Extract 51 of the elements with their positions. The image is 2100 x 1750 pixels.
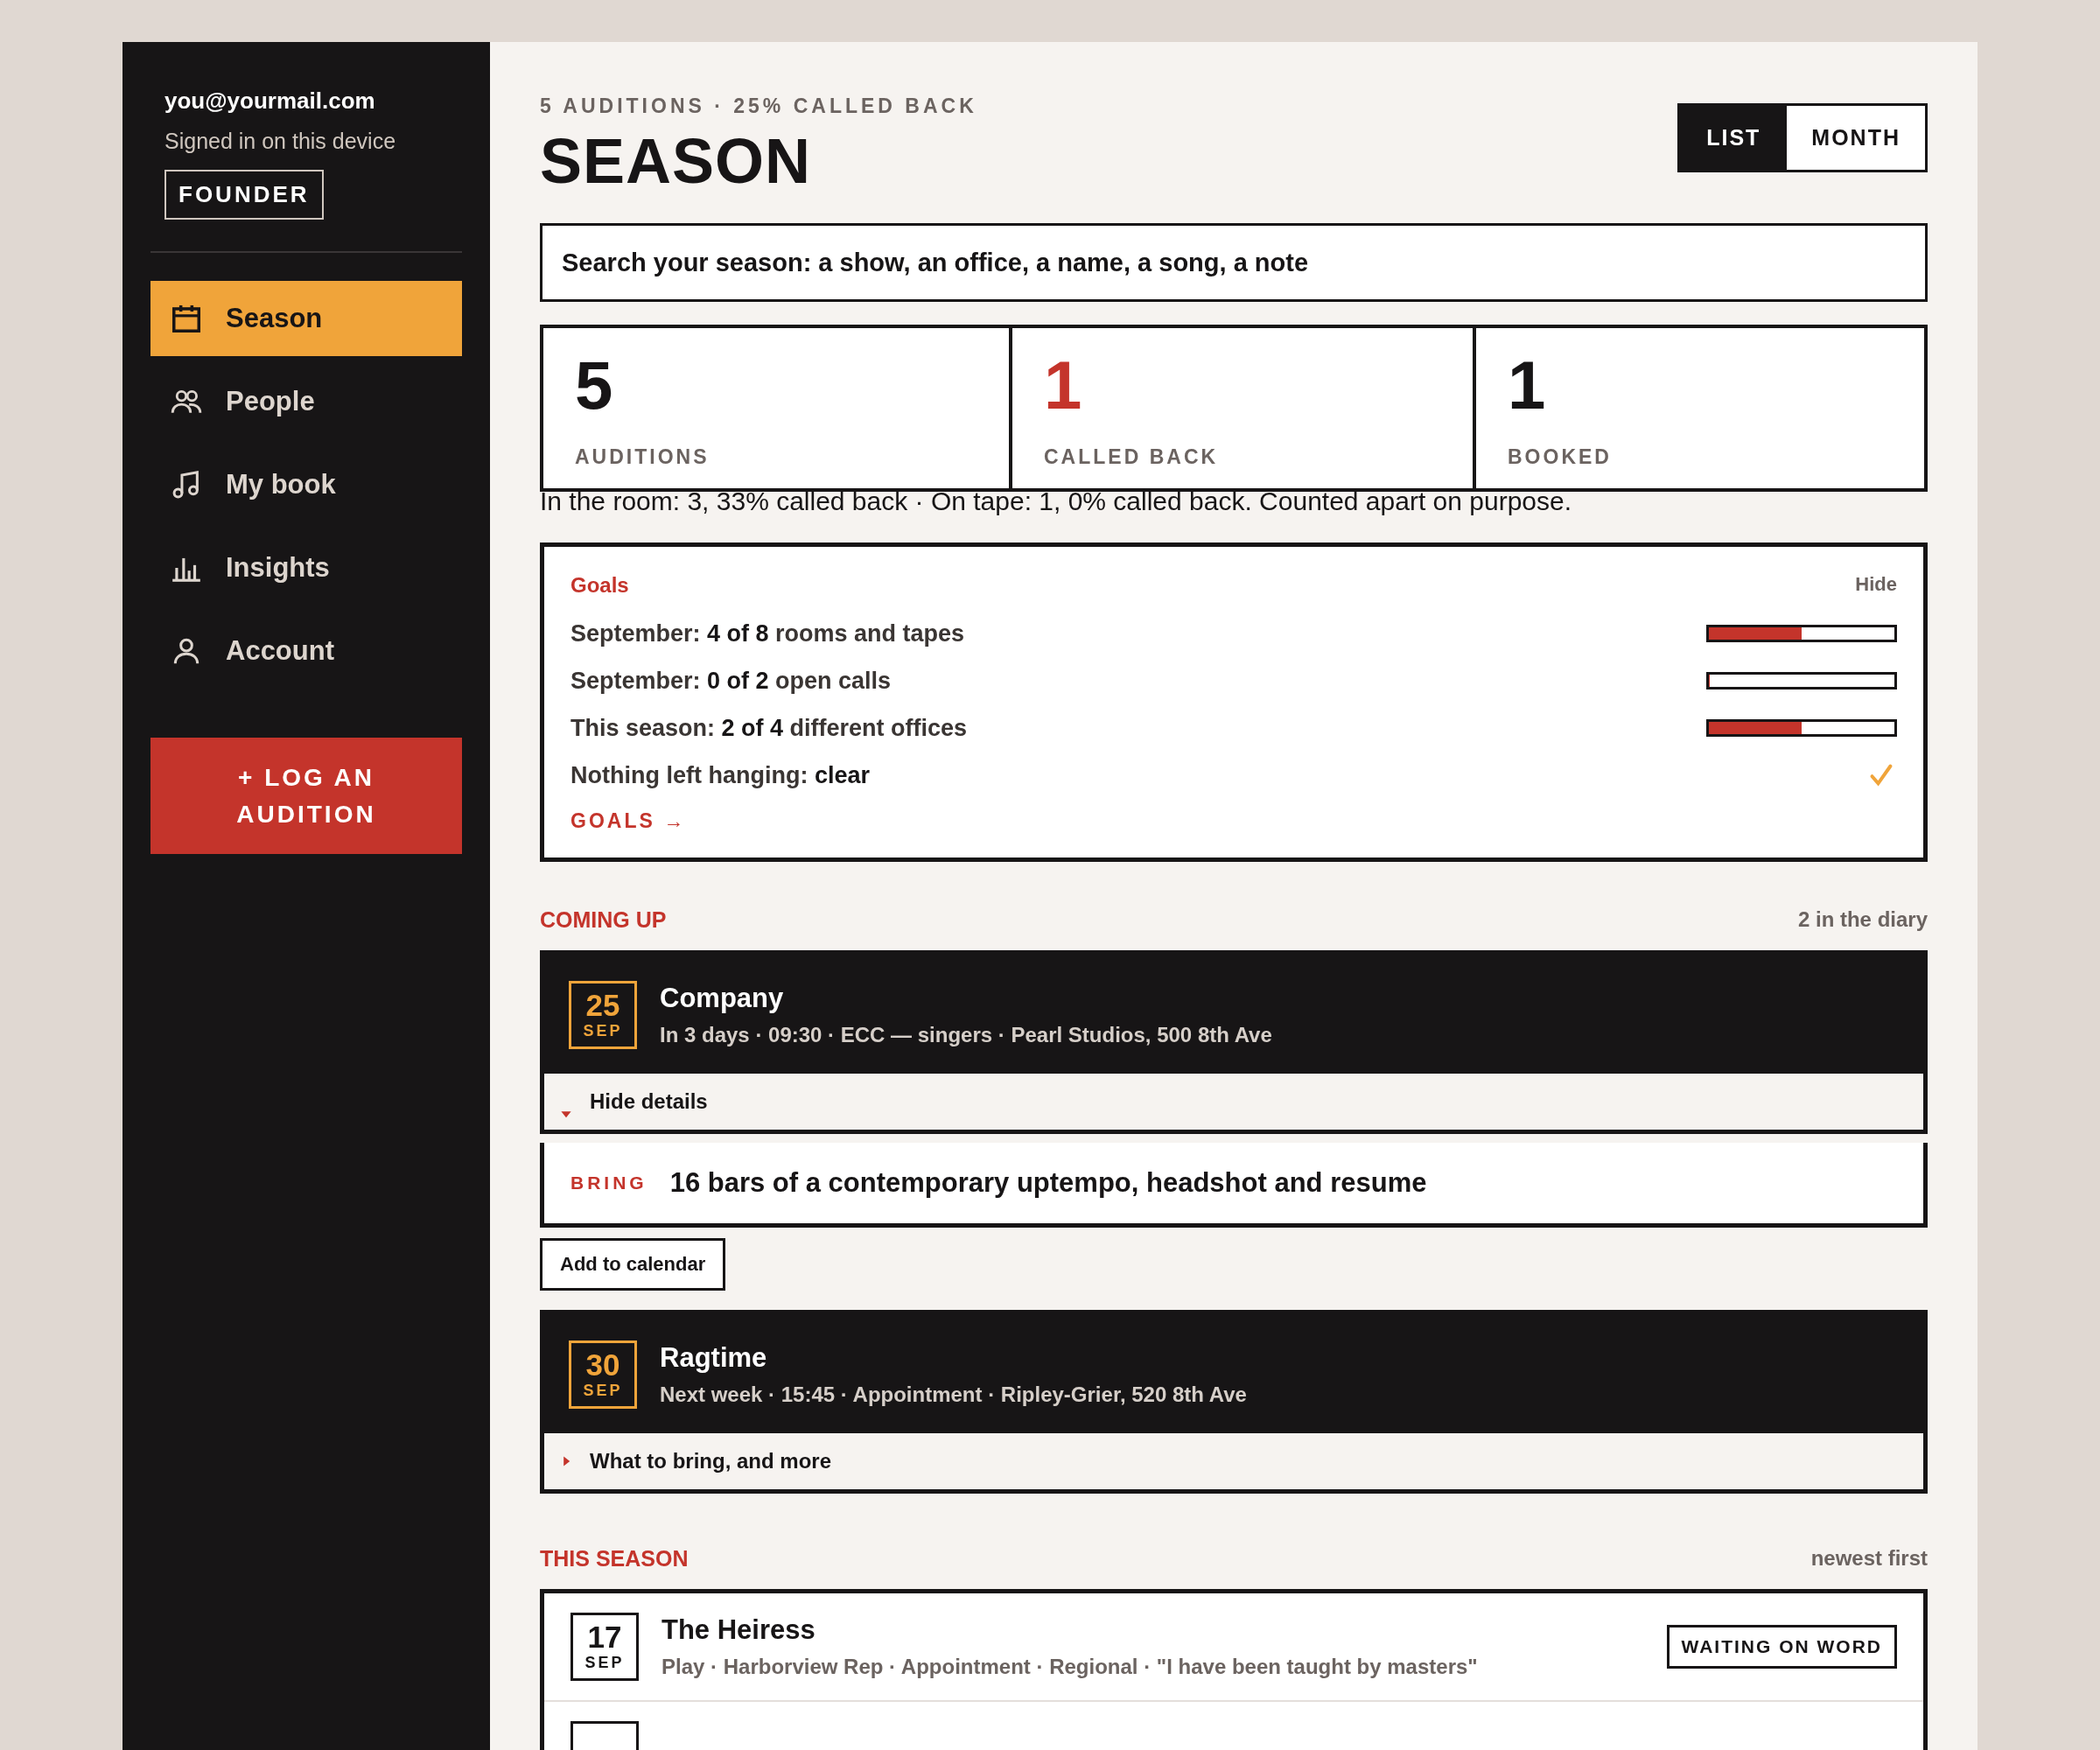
add-to-calendar-button[interactable]: Add to calendar — [540, 1238, 726, 1291]
date-month: SEP — [583, 1022, 623, 1040]
event-details: Next week · 15:45 · Appointment · Ripley-Grier, 520 8th Ave — [660, 1382, 1247, 1407]
season-summary: 5 AUDITIONS · 25% CALLED BACK — [540, 94, 977, 118]
event-details: In 3 days · 09:30 · ECC — singers · Pearl Studios, 500 8th Ave — [660, 1023, 1272, 1047]
sort-order: newest first — [1810, 1546, 1928, 1572]
hide-link[interactable]: Hide — [1855, 573, 1897, 598]
nav-item[interactable]: My book — [150, 447, 462, 522]
date-day: 30 — [585, 1349, 620, 1380]
nav-item[interactable]: Account — [150, 613, 462, 689]
stat-value: 1 — [1508, 351, 1547, 419]
view-tab[interactable]: MONTH — [1787, 106, 1925, 170]
date-month: SEP — [583, 1382, 623, 1400]
goal-text: September: 0 of 2 open calls — [570, 667, 892, 695]
section-title: COMING UP — [540, 907, 667, 933]
audition-details: Play · Harborview Rep · Appointment · Regional · "I have been taught by masters" — [662, 1655, 1479, 1679]
date-month: SEP — [584, 1654, 625, 1672]
log-audition-button[interactable]: + LOG AN AUDITION — [150, 738, 462, 854]
section-title: THIS SEASON — [540, 1546, 689, 1572]
stat-value: 1 — [1044, 351, 1083, 419]
account-email: you@yourmail.com — [164, 88, 376, 115]
stat-label: AUDITIONS — [575, 445, 710, 469]
sign-in-status: Signed in on this device — [164, 129, 397, 154]
date-day: 17 — [587, 1621, 622, 1652]
event-count: 2 in the diary — [1797, 907, 1928, 933]
stat-label: CALLED BACK — [1044, 445, 1220, 469]
audition-title: The Heiress — [662, 1614, 816, 1646]
nav-item[interactable]: People — [150, 364, 462, 439]
event-title: Company — [660, 983, 785, 1014]
goal-text: Nothing left hanging: clear — [570, 761, 870, 789]
role-badge: FOUNDER — [164, 170, 324, 220]
details-toggle[interactable]: Hide details — [544, 1074, 1923, 1130]
bring-label: BRING — [570, 1172, 648, 1194]
event-title: Ragtime — [660, 1342, 768, 1374]
page-title: SEASON — [540, 125, 813, 197]
date-day: 25 — [585, 990, 620, 1020]
goals-title: Goals — [570, 573, 629, 598]
goal-text: This season: 2 of 4 different offices — [570, 714, 968, 742]
nav-item[interactable]: Season — [150, 281, 462, 356]
bring-text: 16 bars of a contemporary uptempo, headshot and resume — [669, 1167, 1427, 1199]
goal-text: September: 4 of 8 rooms and tapes — [570, 620, 965, 648]
view-tab[interactable]: LIST — [1680, 106, 1788, 170]
nav-item[interactable]: Insights — [150, 530, 462, 606]
stats-note: In the room: 3, 33% called back · On tape: 1, 0% called back. Counted apart on purpose. — [540, 486, 1573, 516]
stat-value: 5 — [575, 351, 614, 419]
stat-label: BOOKED — [1508, 445, 1613, 469]
status-tag: WAITING ON WORD — [1666, 1625, 1897, 1669]
checkmark-icon — [1869, 763, 1894, 788]
goals-link[interactable]: GOALS → — [570, 809, 687, 833]
details-toggle[interactable]: What to bring, and more — [544, 1433, 1923, 1489]
search-field[interactable]: Search your season: a show, an office, a name, a song, a note — [540, 223, 1928, 302]
